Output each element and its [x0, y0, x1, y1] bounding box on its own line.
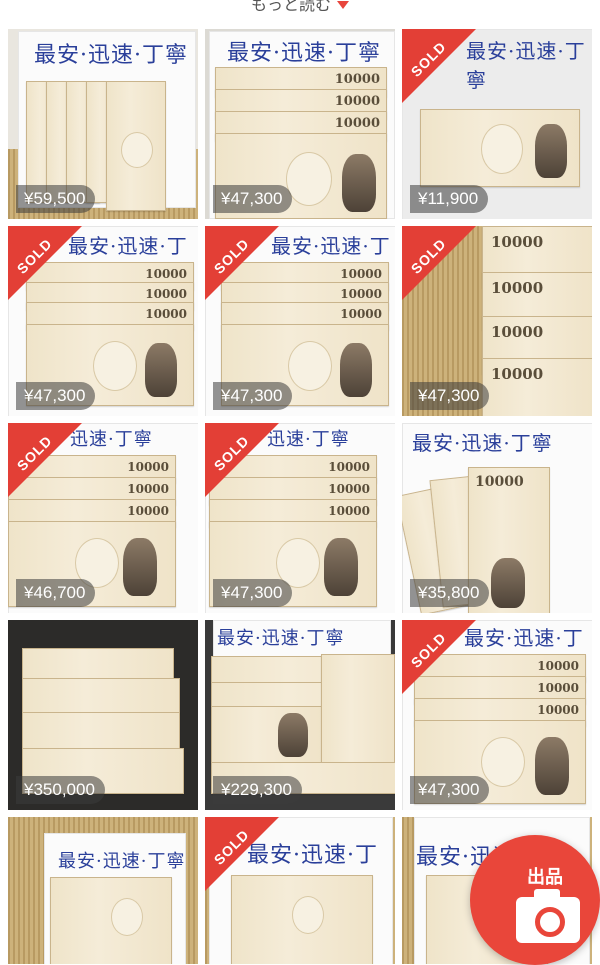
read-more-label: もっと読む — [250, 0, 331, 14]
price-label: ¥59,500 — [16, 185, 96, 213]
banknote-watermark — [111, 898, 143, 936]
item-tile[interactable]: 迅速·丁寧 10000 10000 10000 SOLD ¥46,700 — [8, 423, 198, 613]
banknote — [420, 109, 580, 187]
item-tile[interactable]: 迅速·丁寧 10000 10000 10000 SOLD ¥47,300 — [205, 423, 395, 613]
banknote-portrait — [340, 343, 372, 397]
banknote-watermark — [286, 152, 332, 206]
item-tile[interactable]: 最安·迅速·丁寧 SOLD ¥11,900 — [402, 29, 592, 219]
price-label: ¥47,300 — [16, 382, 96, 410]
handwritten-note: 最安·迅速·丁寧 — [217, 628, 345, 649]
banknote: 10000 — [482, 358, 592, 416]
sell-button-label: 出品 — [527, 867, 563, 888]
banknote-portrait — [535, 124, 567, 178]
banknote-portrait — [324, 538, 358, 596]
handwritten-note: 迅速·丁寧 — [267, 429, 350, 450]
camera-icon — [516, 889, 580, 943]
item-tile[interactable]: 最安·迅速·丁寧 10000 ¥35,800 — [402, 423, 592, 613]
read-more-bar[interactable]: もっと読む — [0, 0, 600, 22]
sell-button[interactable]: 出品 — [470, 835, 600, 965]
banknote-portrait — [123, 538, 157, 596]
handwritten-note: 最安·迅速·丁寧 — [34, 43, 188, 68]
price-label: ¥229,300 — [213, 776, 302, 804]
handwritten-note: 最安·迅速·丁寧 — [227, 41, 381, 66]
item-tile[interactable]: 最安·迅速·丁寧 10000 10000 10000 ¥47,300 — [205, 29, 395, 219]
banknote — [321, 654, 395, 766]
item-tile[interactable]: 最安·迅速·丁寧 — [8, 817, 198, 964]
handwritten-note: 最安·迅速·丁寧 — [412, 431, 553, 455]
price-label: ¥350,000 — [16, 776, 105, 804]
banknote — [22, 648, 174, 680]
banknote — [211, 706, 323, 764]
banknote-portrait — [145, 343, 177, 397]
item-tile[interactable]: 最安·迅速·丁寧 10000 10000 10000 SOLD ¥47,300 — [8, 226, 198, 416]
item-tile[interactable]: 最安·迅速·丁寧 ¥229,300 — [205, 620, 395, 810]
banknote-portrait — [278, 713, 308, 757]
banknote — [50, 877, 172, 964]
banknote-watermark — [481, 737, 525, 787]
price-label: ¥47,300 — [213, 382, 293, 410]
item-tile[interactable]: 最安·迅速·丁寧 10000 10000 10000 SOLD ¥47,300 — [402, 620, 592, 810]
banknote-portrait — [535, 737, 569, 795]
banknote-watermark — [292, 896, 324, 934]
handwritten-note: 最安·迅速·丁寧 — [466, 39, 586, 92]
price-label: ¥47,300 — [213, 185, 293, 213]
handwritten-note: 迅速·丁寧 — [70, 429, 153, 450]
banknote-watermark — [481, 124, 523, 174]
price-label: ¥46,700 — [16, 579, 96, 607]
item-tile[interactable]: 10000 10000 10000 10000 SOLD ¥47,300 — [402, 226, 592, 416]
price-label: ¥11,900 — [410, 185, 489, 213]
item-tile[interactable]: 最安·迅速·丁寧 ¥59,500 — [8, 29, 198, 219]
item-tile[interactable]: ¥350,000 — [8, 620, 198, 810]
banknote — [106, 81, 166, 211]
price-label: ¥47,300 — [410, 382, 490, 410]
price-label: ¥47,300 — [213, 579, 293, 607]
banknote-portrait — [491, 558, 525, 608]
item-tile[interactable]: 最安·迅速·丁寧 SOLD — [205, 817, 395, 964]
banknote — [22, 678, 180, 714]
handwritten-note: 最安·迅速·丁寧 — [58, 851, 186, 872]
banknote-watermark — [288, 341, 332, 391]
banknote-portrait — [342, 154, 376, 212]
chevron-down-icon — [337, 1, 349, 9]
banknote-watermark — [121, 132, 153, 168]
price-label: ¥47,300 — [410, 776, 490, 804]
read-more-link[interactable]: もっと読む — [250, 0, 349, 14]
item-tile[interactable]: 最安·迅速·丁寧 10000 10000 10000 SOLD ¥47,300 — [205, 226, 395, 416]
banknote-watermark — [93, 341, 137, 391]
price-label: ¥35,800 — [410, 579, 490, 607]
